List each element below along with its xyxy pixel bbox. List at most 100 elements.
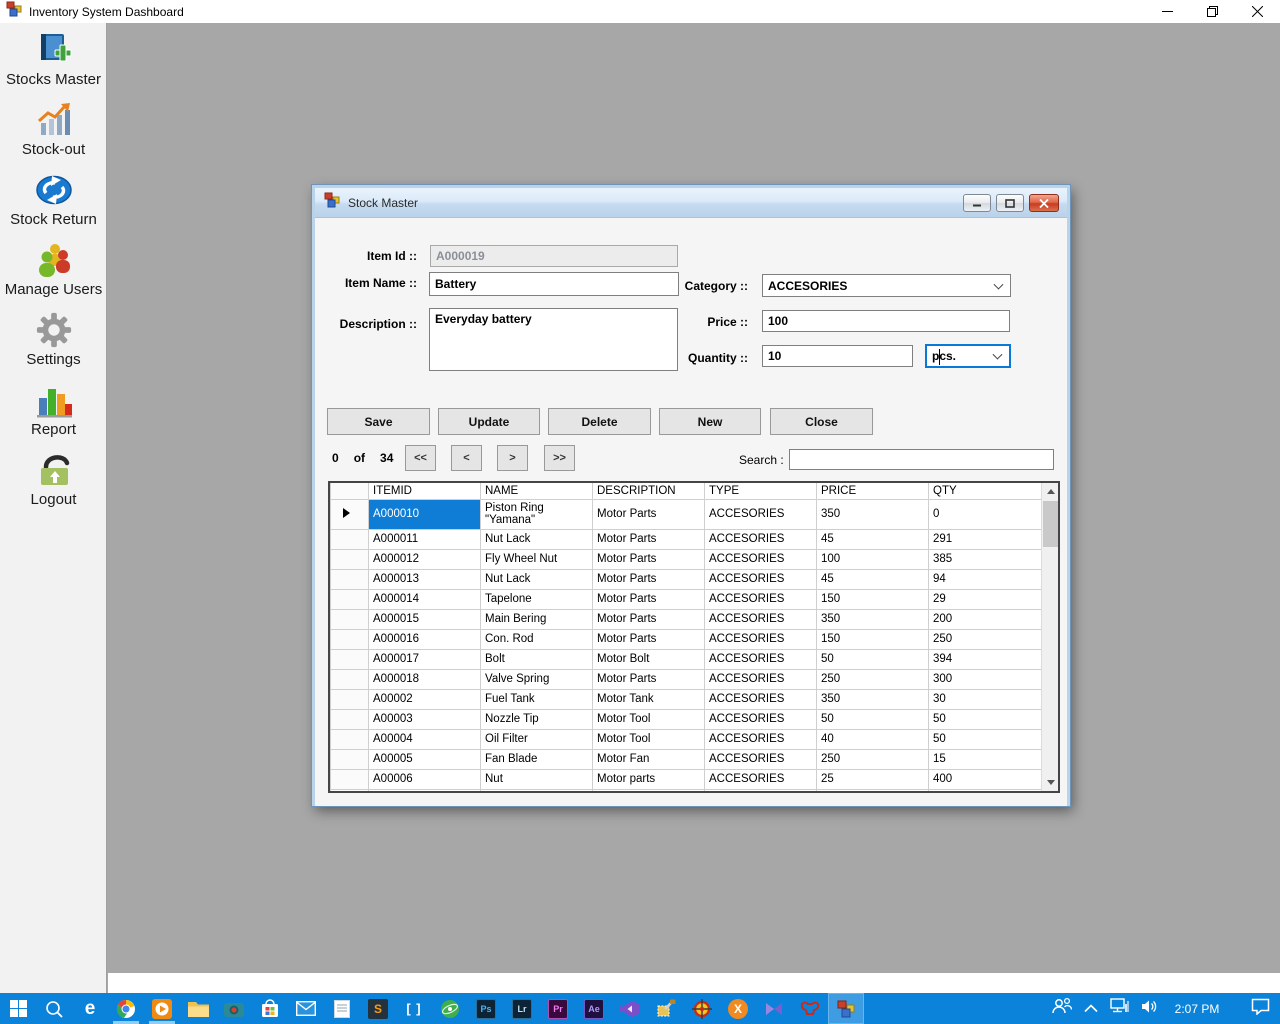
unit-combobox[interactable]: pcs.: [925, 344, 1011, 368]
grid-cell[interactable]: Motor Parts: [593, 529, 705, 549]
grid-cell[interactable]: Motor Parts: [593, 569, 705, 589]
grid-cell[interactable]: A00002: [369, 689, 481, 709]
sidebar-item-stock-return[interactable]: Stock Return: [0, 171, 107, 233]
save-button[interactable]: Save: [327, 408, 430, 435]
grid-cell[interactable]: 25: [817, 769, 929, 789]
notepad-icon[interactable]: [324, 993, 360, 1024]
grid-cell[interactable]: 0: [929, 499, 1042, 529]
visual-studio-icon[interactable]: [612, 993, 648, 1024]
grid-cell[interactable]: ACCESORIES: [705, 529, 817, 549]
grid-cell[interactable]: 350: [817, 609, 929, 629]
row-selector-cell[interactable]: [331, 609, 369, 629]
brackets-icon[interactable]: [ ]: [396, 993, 432, 1024]
price-field[interactable]: [762, 310, 1010, 332]
update-button[interactable]: Update: [438, 408, 540, 435]
grid-cell[interactable]: Piston Ring "Yamana": [481, 499, 593, 529]
taskbar-running-app[interactable]: [828, 993, 864, 1024]
grid-cell[interactable]: Nut Lack: [481, 529, 593, 549]
grid-cell[interactable]: 350: [817, 689, 929, 709]
green-app-icon[interactable]: [432, 993, 468, 1024]
grid-cell[interactable]: ACCESORIES: [705, 499, 817, 529]
grid-cell[interactable]: Main Bering: [481, 609, 593, 629]
minimize-button[interactable]: [1145, 0, 1190, 23]
grid-cell[interactable]: Motor Tool: [593, 729, 705, 749]
media-player-icon[interactable]: [144, 993, 180, 1024]
grid-cell[interactable]: 30: [929, 689, 1042, 709]
grid-cell[interactable]: Nozzle Tip: [481, 709, 593, 729]
grid-cell[interactable]: 150: [817, 589, 929, 609]
sidebar-item-manage-users[interactable]: Manage Users: [0, 241, 107, 303]
column-header[interactable]: TYPE: [705, 483, 817, 499]
row-selector-cell[interactable]: [331, 729, 369, 749]
grid-cell[interactable]: ACCESORIES: [705, 549, 817, 569]
grid-cell[interactable]: ACCESORIES: [705, 629, 817, 649]
photoshop-icon[interactable]: Ps: [468, 993, 504, 1024]
close-button[interactable]: [1235, 0, 1280, 23]
sidebar-item-stock-out[interactable]: Stock-out: [0, 101, 107, 163]
table-row[interactable]: A000014TapeloneMotor PartsACCESORIES1502…: [331, 589, 1042, 609]
column-header[interactable]: NAME: [481, 483, 593, 499]
grid-cell[interactable]: Motor Fan: [593, 749, 705, 769]
table-row[interactable]: A00006NutMotor partsACCESORIES25400: [331, 769, 1042, 789]
target-app-icon[interactable]: [684, 993, 720, 1024]
grid-cell[interactable]: ACCESORIES: [705, 569, 817, 589]
grid-cell[interactable]: Nut Lack: [481, 569, 593, 589]
grid-cell[interactable]: Fly Wheel Nut: [481, 549, 593, 569]
grid-cell[interactable]: Oil Filter: [481, 729, 593, 749]
start-button[interactable]: [0, 993, 36, 1024]
after-effects-icon[interactable]: Ae: [576, 993, 612, 1024]
grid-cell[interactable]: Con. Rod: [481, 629, 593, 649]
next-record-button[interactable]: >: [497, 445, 528, 471]
edge-icon[interactable]: e: [72, 993, 108, 1024]
grid-cell[interactable]: Motor Tank: [593, 689, 705, 709]
dialog-minimize-button[interactable]: [963, 194, 991, 212]
grid-cell[interactable]: Valve Spring: [481, 669, 593, 689]
row-selector-cell[interactable]: [331, 629, 369, 649]
grid-cell[interactable]: 300: [929, 669, 1042, 689]
taskbar-clock[interactable]: 2:07 PM: [1171, 1002, 1223, 1016]
network-icon[interactable]: [1110, 998, 1129, 1019]
sidebar-item-settings[interactable]: Settings: [0, 311, 107, 373]
sidebar-item-report[interactable]: Report: [0, 381, 107, 443]
action-center-icon[interactable]: [1251, 998, 1270, 1020]
row-selector-cell[interactable]: [331, 499, 369, 529]
grid-cell[interactable]: A000016: [369, 629, 481, 649]
grid-cell[interactable]: 350: [817, 499, 929, 529]
scroll-down-arrow[interactable]: [1042, 774, 1059, 791]
grid-cell[interactable]: ACCESORIES: [705, 769, 817, 789]
xampp-icon[interactable]: X: [720, 993, 756, 1024]
store-icon[interactable]: [252, 993, 288, 1024]
row-selector-cell[interactable]: [331, 589, 369, 609]
grid-cell[interactable]: 29: [929, 589, 1042, 609]
grid-cell[interactable]: Motor Parts: [593, 669, 705, 689]
grid-cell[interactable]: Tapelone: [481, 589, 593, 609]
search-input[interactable]: [789, 449, 1054, 470]
quantity-field[interactable]: [762, 345, 913, 367]
row-selector-cell[interactable]: [331, 529, 369, 549]
grid-cell[interactable]: A000011: [369, 529, 481, 549]
table-row[interactable]: A000012Fly Wheel NutMotor PartsACCESORIE…: [331, 549, 1042, 569]
sidebar-item-stocks-master[interactable]: Stocks Master: [0, 31, 107, 93]
red-app-icon[interactable]: [792, 993, 828, 1024]
grid-cell[interactable]: A000017: [369, 649, 481, 669]
scroll-up-arrow[interactable]: [1042, 483, 1059, 500]
table-row[interactable]: A000015Main BeringMotor PartsACCESORIES3…: [331, 609, 1042, 629]
grid-cell[interactable]: 94: [929, 569, 1042, 589]
new-button[interactable]: New: [659, 408, 761, 435]
grid-cell[interactable]: 150: [817, 629, 929, 649]
scrollbar-thumb[interactable]: [1043, 501, 1058, 547]
close-dialog-button[interactable]: Close: [770, 408, 873, 435]
grid-cell[interactable]: ACCESORIES: [705, 669, 817, 689]
row-selector-cell[interactable]: [331, 769, 369, 789]
grid-cell[interactable]: A000010: [369, 499, 481, 529]
grid-cell[interactable]: A00003: [369, 709, 481, 729]
chrome-icon[interactable]: [108, 993, 144, 1024]
grid-cell[interactable]: 385: [929, 549, 1042, 569]
table-row[interactable]: A000011Nut LackMotor PartsACCESORIES4529…: [331, 529, 1042, 549]
grid-cell[interactable]: Motor Parts: [593, 549, 705, 569]
grid-cell[interactable]: A00004: [369, 729, 481, 749]
grid-cell[interactable]: 50: [817, 709, 929, 729]
restore-button[interactable]: [1190, 0, 1235, 23]
row-selector-cell[interactable]: [331, 709, 369, 729]
table-row[interactable]: A000017BoltMotor BoltACCESORIES50394: [331, 649, 1042, 669]
